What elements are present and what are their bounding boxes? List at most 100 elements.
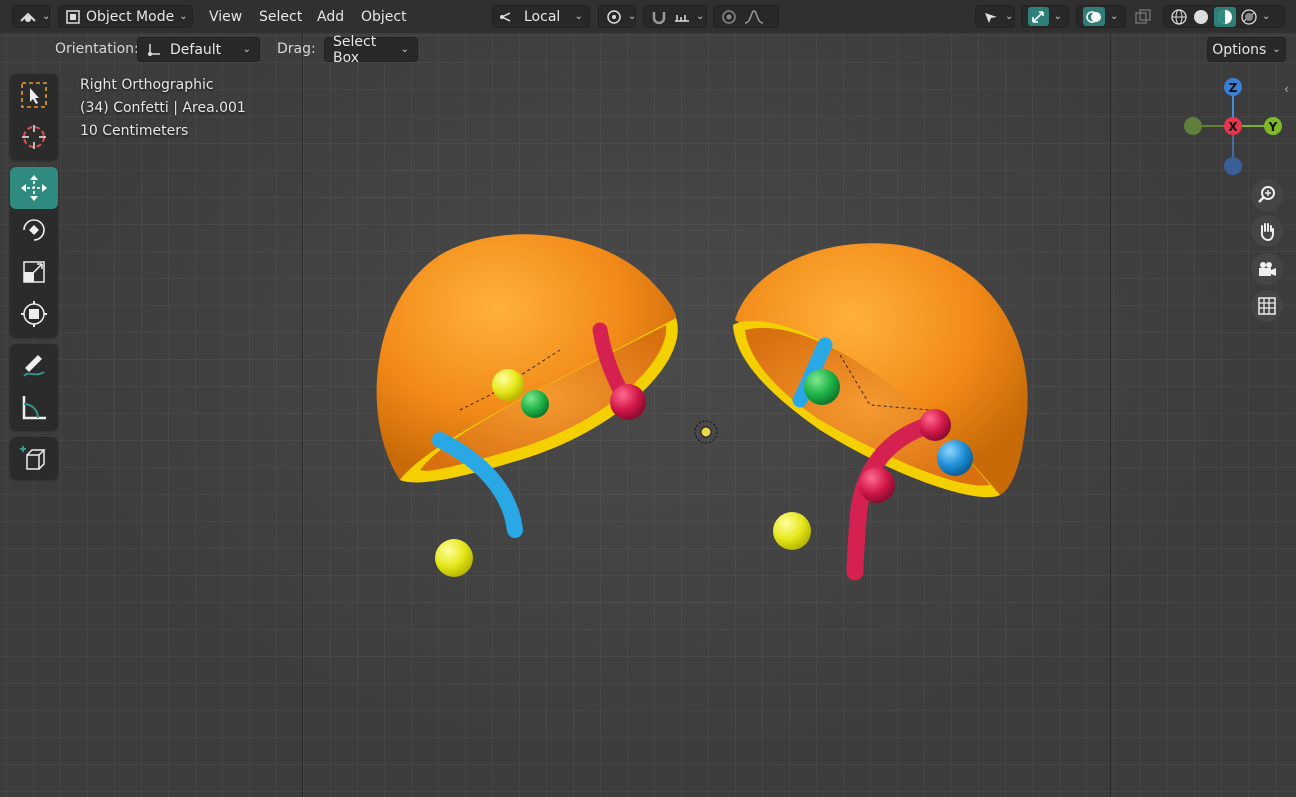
- camera-icon: [1256, 259, 1278, 279]
- xray-toggle[interactable]: [1134, 5, 1156, 28]
- options-label: Options: [1212, 41, 1267, 58]
- tool-scale[interactable]: [10, 251, 58, 293]
- scale-icon: [19, 257, 49, 287]
- menu-add[interactable]: Add: [311, 5, 350, 28]
- scale-info: 10 Centimeters: [80, 123, 189, 139]
- rotate-icon: [19, 215, 49, 245]
- tool-transform[interactable]: [10, 293, 58, 335]
- drag-value: Select Box: [333, 33, 377, 66]
- sidebar-toggle-icon[interactable]: ‹: [1284, 82, 1296, 100]
- orientation-value: Default: [170, 41, 222, 58]
- snapping-toggle[interactable]: ⌄: [643, 5, 707, 28]
- collection-info: (34) Confetti | Area.001: [80, 100, 246, 116]
- cursor-visibility-icon: [982, 9, 1000, 25]
- falloff-curve-icon: [743, 9, 765, 25]
- mode-dropdown[interactable]: Object Mode ⌄: [58, 5, 193, 28]
- pivot-point-dropdown[interactable]: ⌄: [598, 5, 636, 28]
- pan-button[interactable]: [1251, 215, 1283, 247]
- chevron-down-icon: ⌄: [400, 44, 409, 55]
- neg-y-axis-handle[interactable]: [1184, 117, 1202, 135]
- tool-cursor[interactable]: [10, 116, 58, 158]
- rendered-shading-icon[interactable]: [1240, 8, 1258, 26]
- overlays-icon: [1083, 7, 1105, 26]
- pivot-local-icon: [499, 9, 519, 25]
- chevron-down-icon: ⌄: [1110, 11, 1119, 22]
- toolbar-transform-group: [10, 167, 58, 337]
- toolbar-select-group: [10, 74, 58, 160]
- chevron-down-icon: ⌄: [1272, 44, 1281, 55]
- viewport-header: ⌄ Object Mode ⌄ View Select Add Object L…: [0, 0, 1296, 33]
- yellow-ball[interactable]: [435, 539, 473, 577]
- y-axis-label: Y: [1268, 120, 1278, 134]
- z-axis-label: Z: [1229, 81, 1238, 95]
- tool-measure[interactable]: [10, 386, 58, 428]
- xray-icon: [1134, 8, 1152, 25]
- editor-type-button[interactable]: ⌄: [12, 5, 50, 28]
- solid-shading-icon[interactable]: [1192, 8, 1210, 26]
- object-mode-icon: [65, 9, 81, 25]
- yellow-ball[interactable]: [773, 512, 811, 550]
- camera-view-button[interactable]: [1251, 253, 1283, 285]
- tool-rotate[interactable]: [10, 209, 58, 251]
- 3d-viewport[interactable]: [0, 0, 1296, 797]
- chevron-down-icon: ⌄: [179, 11, 188, 22]
- navigation-gizmo[interactable]: Z Y X: [1175, 72, 1295, 182]
- chevron-down-icon: ⌄: [1053, 11, 1062, 22]
- orientation-axes-icon: [146, 42, 162, 58]
- toolbar-add-group: [10, 437, 58, 479]
- ortho-toggle-button[interactable]: [1251, 290, 1283, 322]
- magnet-icon: [650, 9, 668, 25]
- tool-add-cube[interactable]: [10, 437, 58, 479]
- gizmo-toggle[interactable]: ⌄: [1021, 5, 1069, 28]
- chevron-down-icon: ⌄: [574, 11, 583, 22]
- proportional-edit-icon: [720, 9, 738, 25]
- drag-dropdown[interactable]: Select Box ⌄: [324, 34, 418, 66]
- chevron-down-icon: ⌄: [242, 44, 251, 55]
- move-icon: [19, 173, 49, 203]
- annotate-pencil-icon: [19, 350, 49, 380]
- 3d-cursor-icon: [19, 122, 49, 152]
- drag-label: Drag:: [277, 41, 316, 57]
- material-preview-icon[interactable]: [1214, 6, 1236, 27]
- menu-view[interactable]: View: [203, 5, 248, 28]
- options-dropdown[interactable]: Options ⌄: [1207, 37, 1286, 62]
- pan-hand-icon: [1257, 221, 1277, 241]
- left-hemisphere[interactable]: [376, 234, 678, 538]
- editor-type-icon: [19, 9, 37, 25]
- chevron-down-icon: ⌄: [1262, 11, 1271, 22]
- shading-modes[interactable]: ⌄: [1163, 5, 1285, 28]
- snap-increment-icon: [673, 9, 691, 25]
- pivot-point-icon: [605, 9, 623, 25]
- add-cube-icon: [19, 443, 49, 473]
- scene-render[interactable]: [0, 0, 1296, 797]
- x-axis-label: X: [1228, 120, 1238, 134]
- orientation-dropdown[interactable]: Default ⌄: [137, 37, 260, 62]
- proportional-editing[interactable]: [713, 5, 779, 28]
- selectability-visibility[interactable]: ⌄: [975, 5, 1015, 28]
- view-name: Right Orthographic: [80, 77, 214, 93]
- chevron-down-icon: ⌄: [696, 11, 705, 22]
- tool-select-box[interactable]: [10, 74, 58, 116]
- select-box-icon: [19, 80, 49, 110]
- transform-pivot-dropdown[interactable]: Local ⌄: [492, 5, 590, 28]
- wireframe-shading-icon[interactable]: [1170, 8, 1188, 26]
- chevron-down-icon: ⌄: [628, 11, 637, 22]
- menu-select[interactable]: Select: [253, 5, 308, 28]
- orientation-label: Orientation:: [55, 41, 139, 57]
- toolbar-annotate-group: [10, 344, 58, 430]
- measure-ruler-icon: [19, 392, 49, 422]
- transform-icon: [19, 299, 49, 329]
- chevron-down-icon: ⌄: [1005, 11, 1014, 22]
- light-origin[interactable]: [694, 420, 718, 444]
- gizmo-icon: [1028, 7, 1049, 26]
- mode-label: Object Mode: [86, 8, 175, 25]
- overlays-toggle[interactable]: ⌄: [1076, 5, 1126, 28]
- menu-object[interactable]: Object: [355, 5, 413, 28]
- neg-z-axis-handle[interactable]: [1224, 157, 1242, 175]
- tool-move[interactable]: [10, 167, 58, 209]
- chevron-down-icon: ⌄: [42, 11, 51, 22]
- zoom-button[interactable]: [1251, 179, 1283, 211]
- grid-icon: [1257, 296, 1277, 316]
- tool-annotate[interactable]: [10, 344, 58, 386]
- pivot-label: Local: [524, 8, 561, 25]
